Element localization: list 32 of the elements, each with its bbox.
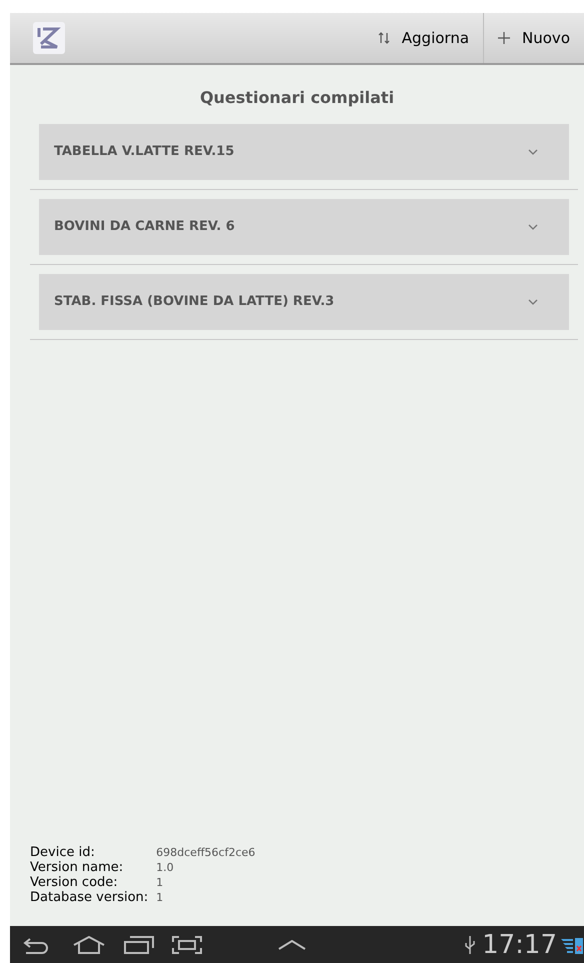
questionnaire-item[interactable]: STAB. FISSA (BOVINE DA LATTE) REV.3 [39,274,569,330]
questionnaire-title: BOVINI DA CARNE REV. 6 [54,218,235,236]
chevron-down-icon [528,149,538,155]
info-value: 1 [156,890,164,905]
chevron-down-icon [528,299,538,305]
chevron-up-icon[interactable] [278,940,306,950]
questionnaire-item[interactable]: BOVINI DA CARNE REV. 6 [39,199,569,255]
clock: 17:17 [482,932,557,958]
info-label: Database version: [30,890,148,905]
sort-arrows-icon [378,31,390,45]
action-button[interactable]: Nuovo [484,13,584,63]
battery-icon [575,936,583,954]
questionnaire-title: STAB. FISSA (BOVINE DA LATTE) REV.3 [54,293,334,312]
screenshot-icon[interactable] [172,936,202,954]
info-label: Version code: [30,875,119,890]
app-logo-icon[interactable] [33,22,65,54]
info-value: 1 [156,875,164,890]
info-value: 1.0 [156,860,175,875]
info-label: Device id: [30,845,96,860]
signal-icon [561,936,573,952]
chevron-down-icon [528,224,538,230]
info-label: Version name: [30,860,124,875]
questionnaire-item[interactable]: TABELLA V.LATTE REV.15 [39,124,569,180]
recent-apps-icon[interactable] [124,936,154,954]
back-icon[interactable] [22,936,50,954]
plus-icon [498,32,510,44]
info-value: 698dceff56cf2ce6 [156,845,256,860]
screen-title: Questionari compilati [198,87,396,109]
questionnaire-title: TABELLA V.LATTE REV.15 [54,143,234,162]
action-button[interactable]: Aggiorna [364,13,484,63]
usb-icon [464,934,476,954]
home-icon[interactable] [72,936,106,954]
